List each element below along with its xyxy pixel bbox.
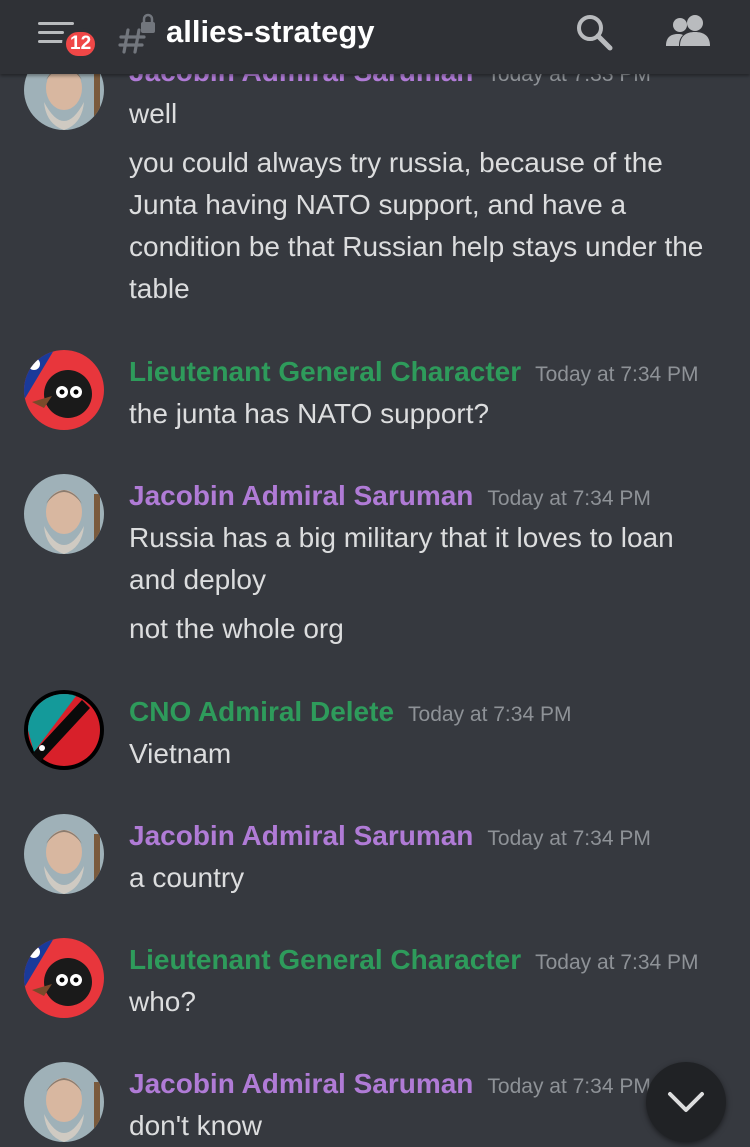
- members-icon[interactable]: [664, 12, 714, 52]
- message-timestamp: Today at 7:34 PM: [408, 703, 572, 726]
- message-author[interactable]: Lieutenant General Character Today at 7:3…: [129, 942, 699, 981]
- message-text: not the whole org: [129, 613, 344, 644]
- avatar[interactable]: [24, 1062, 104, 1142]
- message-text: a country: [129, 862, 245, 893]
- chevron-down-icon: [668, 1092, 704, 1112]
- author-name[interactable]: Jacobin Admiral Saruman: [129, 480, 473, 511]
- avatar[interactable]: [24, 690, 104, 770]
- message-timestamp: Today at 7:34 PM: [535, 951, 699, 974]
- author-name[interactable]: CNO Admiral Delete: [129, 696, 394, 727]
- message-text: Russia has a big military that it loves …: [129, 522, 674, 595]
- message-author[interactable]: Jacobin Admiral Saruman Today at 7:34 PM: [129, 1066, 651, 1105]
- message-text: the junta has NATO support?: [129, 398, 490, 429]
- author-name[interactable]: Lieutenant General Character: [129, 944, 521, 975]
- avatar[interactable]: [24, 814, 104, 894]
- avatar[interactable]: [24, 938, 104, 1018]
- message-timestamp: Today at 7:34 PM: [535, 363, 699, 386]
- message-author[interactable]: Jacobin Admiral Saruman Today at 7:34 PM: [129, 818, 651, 857]
- notification-badge: 12: [62, 28, 100, 60]
- message-text: who?: [129, 986, 196, 1017]
- message-timestamp: Today at 7:34 PM: [487, 827, 651, 850]
- message-text: Vietnam: [129, 738, 232, 769]
- jump-to-present-button[interactable]: [646, 1062, 726, 1142]
- message-text: you could always try russia, because of …: [129, 147, 704, 304]
- message-timestamp: Today at 7:34 PM: [487, 1075, 651, 1098]
- message-author[interactable]: Jacobin Admiral Saruman Today at 7:34 PM: [129, 478, 651, 517]
- avatar[interactable]: [24, 474, 104, 554]
- message-timestamp: Today at 7:34 PM: [487, 487, 651, 510]
- channel-header: 12 allies-strategy: [0, 0, 750, 74]
- avatar[interactable]: [24, 350, 104, 430]
- message-author[interactable]: Lieutenant General Character Today at 7:3…: [129, 354, 699, 393]
- message-text: well: [129, 98, 178, 129]
- author-name[interactable]: Lieutenant General Character: [129, 356, 521, 387]
- search-icon[interactable]: [574, 12, 614, 52]
- menu-button[interactable]: 12: [34, 16, 104, 64]
- channel-title: allies-strategy: [166, 14, 375, 49]
- author-name[interactable]: Jacobin Admiral Saruman: [129, 1068, 473, 1099]
- message-text: don't know: [129, 1110, 262, 1141]
- locked-hash-icon: [118, 13, 155, 54]
- author-name[interactable]: Jacobin Admiral Saruman: [129, 820, 473, 851]
- message-author[interactable]: CNO Admiral Delete Today at 7:34 PM: [129, 694, 571, 733]
